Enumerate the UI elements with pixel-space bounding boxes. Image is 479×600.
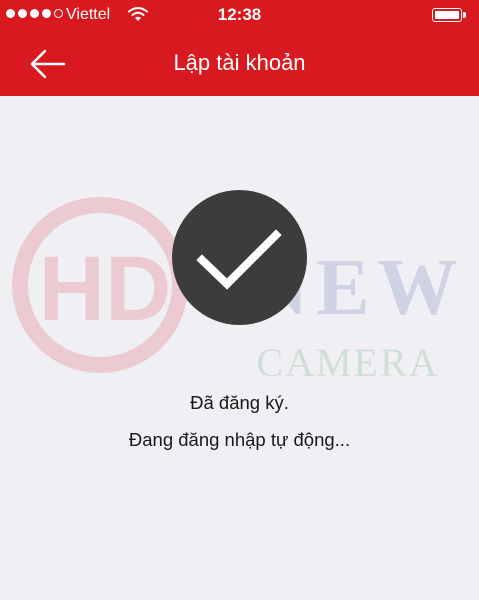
checkmark-icon [196, 229, 282, 290]
page-title: Lập tài khoản [173, 50, 306, 75]
app-header: Viettel 12:38 Lập tài khoản [0, 0, 479, 96]
status-bar: Viettel 12:38 [0, 0, 479, 32]
registered-message: Đã đăng ký. [190, 392, 289, 413]
auto-login-message: Đang đăng nhập tự động... [128, 429, 351, 450]
clock-time: 12:38 [217, 5, 262, 24]
watermark-ring [12, 197, 188, 373]
watermark-brand-mark: HD [39, 238, 172, 340]
success-badge [172, 190, 307, 325]
battery-icon [432, 8, 462, 22]
watermark-word-camera: CAMERA [256, 340, 439, 385]
battery-tip [463, 12, 466, 18]
